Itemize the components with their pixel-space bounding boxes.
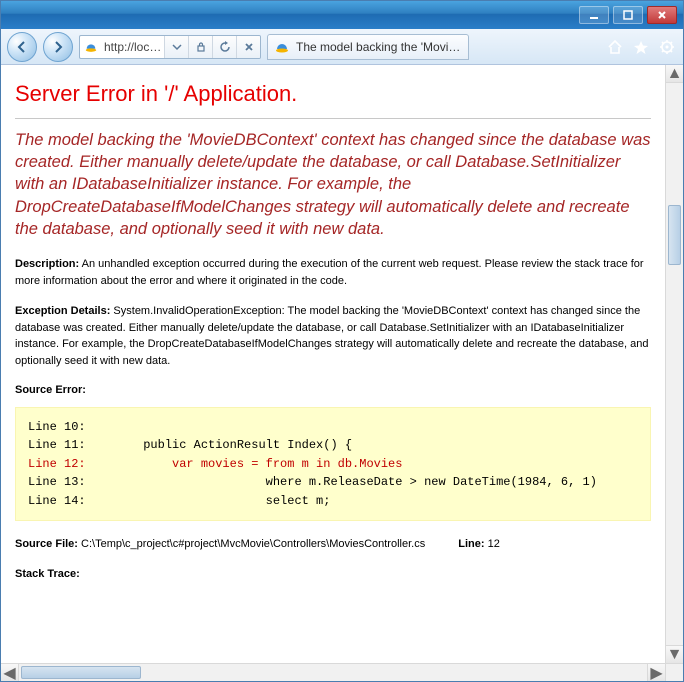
scroll-left-icon[interactable]: ◀ [1,664,19,681]
refresh-button[interactable] [212,36,236,58]
browser-tab[interactable]: The model backing the 'Movi… [267,34,469,60]
home-button[interactable] [605,37,625,57]
tools-button[interactable] [657,37,677,57]
forward-button[interactable] [43,32,73,62]
stop-button[interactable] [236,36,260,58]
maximize-button[interactable] [613,6,643,24]
source-file-row: Source File: C:\Temp\c_project\c#project… [15,537,651,552]
description-text: An unhandled exception occurred during t… [15,258,644,287]
source-code-snippet: Line 10: Line 11: public ActionResult In… [15,407,651,522]
security-lock-icon[interactable] [188,36,212,58]
line-label: Line: [458,538,484,550]
minimize-button[interactable] [579,6,609,24]
scrollbar-corner [665,663,683,681]
exception-label: Exception Details: [15,305,110,317]
page-content: Server Error in '/' Application. The mod… [1,65,665,663]
source-file-label: Source File: [15,538,78,550]
code-line-14: Line 14: select m; [28,494,330,508]
page-favicon-icon [274,39,290,55]
exception-text: System.InvalidOperationException: The mo… [15,305,648,367]
code-line-10: Line 10: [28,420,86,434]
error-message: The model backing the 'MovieDBContext' c… [15,129,651,240]
vertical-scroll-thumb[interactable] [668,205,681,265]
divider [15,118,651,119]
favorites-button[interactable] [631,37,651,57]
ie-favicon-icon [80,40,102,54]
code-line-11: Line 11: public ActionResult Index() { [28,438,352,452]
horizontal-scrollbar[interactable]: ◀ ▶ [1,663,665,681]
source-error-label: Source Error: [15,383,651,398]
scroll-right-icon[interactable]: ▶ [647,664,665,681]
address-input[interactable] [102,36,164,58]
page-viewport: Server Error in '/' Application. The mod… [1,65,683,681]
navbar: The model backing the 'Movi… [1,29,683,65]
scroll-down-icon[interactable]: ▼ [666,645,683,663]
address-dropdown-button[interactable] [164,36,188,58]
error-description: Description: An unhandled exception occu… [15,256,651,289]
scroll-up-icon[interactable]: ▲ [666,65,683,83]
source-file-path: C:\Temp\c_project\c#project\MvcMovie\Con… [81,538,425,550]
vertical-scrollbar[interactable]: ▲ ▼ [665,65,683,663]
line-number: 12 [488,538,500,550]
close-button[interactable] [647,6,677,24]
error-title: Server Error in '/' Application. [15,79,651,110]
browser-window: The model backing the 'Movi… Server Erro… [0,0,684,682]
description-label: Description: [15,258,79,270]
code-line-13: Line 13: where m.ReleaseDate > new DateT… [28,475,597,489]
horizontal-scroll-thumb[interactable] [21,666,141,679]
window-titlebar [1,1,683,29]
stack-trace-label: Stack Trace: [15,567,651,582]
exception-details: Exception Details: System.InvalidOperati… [15,303,651,369]
back-button[interactable] [7,32,37,62]
code-line-12-highlighted: Line 12: var movies = from m in db.Movie… [28,457,402,471]
tab-title: The model backing the 'Movi… [296,40,460,54]
address-bar-group [79,35,261,59]
